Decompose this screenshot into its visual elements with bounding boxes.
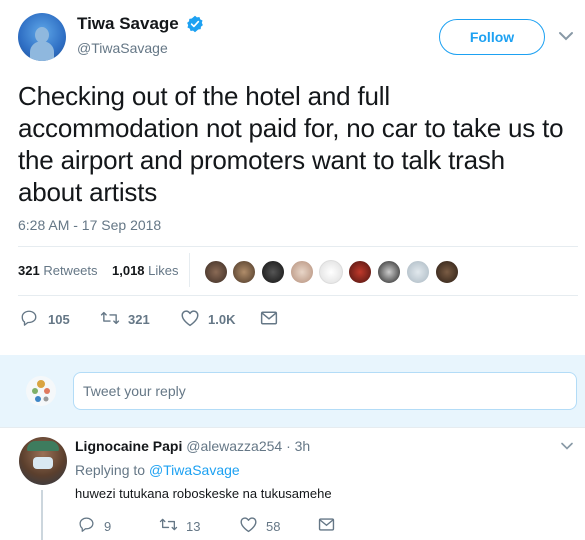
direct-message-icon[interactable]: [318, 517, 335, 532]
author-avatar[interactable]: [18, 13, 66, 61]
author-name[interactable]: Tiwa Savage: [77, 14, 179, 34]
chevron-down-icon[interactable]: [560, 441, 574, 451]
reply-author-avatar[interactable]: [19, 437, 67, 485]
likes-stat[interactable]: 1,018 Likes: [112, 263, 179, 278]
like-count: 1.0K: [208, 312, 236, 327]
liker-avatar[interactable]: [377, 260, 401, 284]
reply-author-handle[interactable]: @alewazza254: [186, 438, 282, 454]
reply-time[interactable]: · 3h: [286, 438, 310, 454]
divider: [189, 253, 190, 287]
retweet-icon[interactable]: [100, 309, 120, 327]
liker-avatar[interactable]: [406, 260, 430, 284]
replying-to-link[interactable]: @TiwaSavage: [149, 462, 240, 478]
likes-label: Likes: [148, 263, 179, 278]
replying-to-label: Replying to: [75, 462, 146, 478]
liker-avatar[interactable]: [435, 260, 459, 284]
reply-header: Lignocaine Papi @alewazza254 · 3h: [75, 438, 310, 454]
retweet-icon[interactable]: [159, 516, 178, 533]
heart-icon[interactable]: [180, 309, 200, 327]
retweets-count: 321: [18, 263, 40, 278]
reply-text: huwezi tutukana roboskeske na tukusamehe: [75, 486, 332, 501]
liker-avatar[interactable]: [319, 260, 343, 284]
verified-badge-icon: [186, 15, 204, 33]
follow-button[interactable]: Follow: [439, 19, 545, 55]
reply-icon[interactable]: [20, 309, 38, 327]
liker-avatar[interactable]: [232, 260, 256, 284]
tweet-text: Checking out of the hotel and full accom…: [18, 81, 564, 207]
reply-input[interactable]: Tweet your reply: [73, 372, 577, 410]
replying-to: Replying to @TiwaSavage: [75, 462, 240, 478]
reply-count: 105: [48, 312, 70, 327]
like-count: 58: [266, 519, 281, 534]
direct-message-icon[interactable]: [260, 310, 278, 326]
retweets-label: Retweets: [43, 263, 98, 278]
reply-icon[interactable]: [78, 516, 95, 533]
likes-count: 1,018: [112, 263, 145, 278]
heart-icon[interactable]: [239, 516, 258, 533]
retweet-count: 321: [128, 312, 150, 327]
reply-author-name[interactable]: Lignocaine Papi: [75, 438, 182, 454]
liker-avatar[interactable]: [348, 260, 372, 284]
tweet-timestamp[interactable]: 6:28 AM - 17 Sep 2018: [18, 217, 161, 233]
thread-line: [41, 490, 43, 540]
retweets-stat[interactable]: 321 Retweets: [18, 263, 98, 278]
liker-avatar[interactable]: [204, 260, 228, 284]
divider: [18, 295, 578, 296]
author-handle[interactable]: @TiwaSavage: [77, 40, 168, 56]
liker-avatar[interactable]: [261, 260, 285, 284]
retweet-count: 13: [186, 519, 201, 534]
divider: [0, 427, 585, 428]
chevron-down-icon[interactable]: [558, 30, 574, 42]
liker-avatar[interactable]: [290, 260, 314, 284]
user-avatar[interactable]: [26, 376, 56, 406]
divider: [18, 246, 578, 247]
reply-count: 9: [104, 519, 112, 534]
